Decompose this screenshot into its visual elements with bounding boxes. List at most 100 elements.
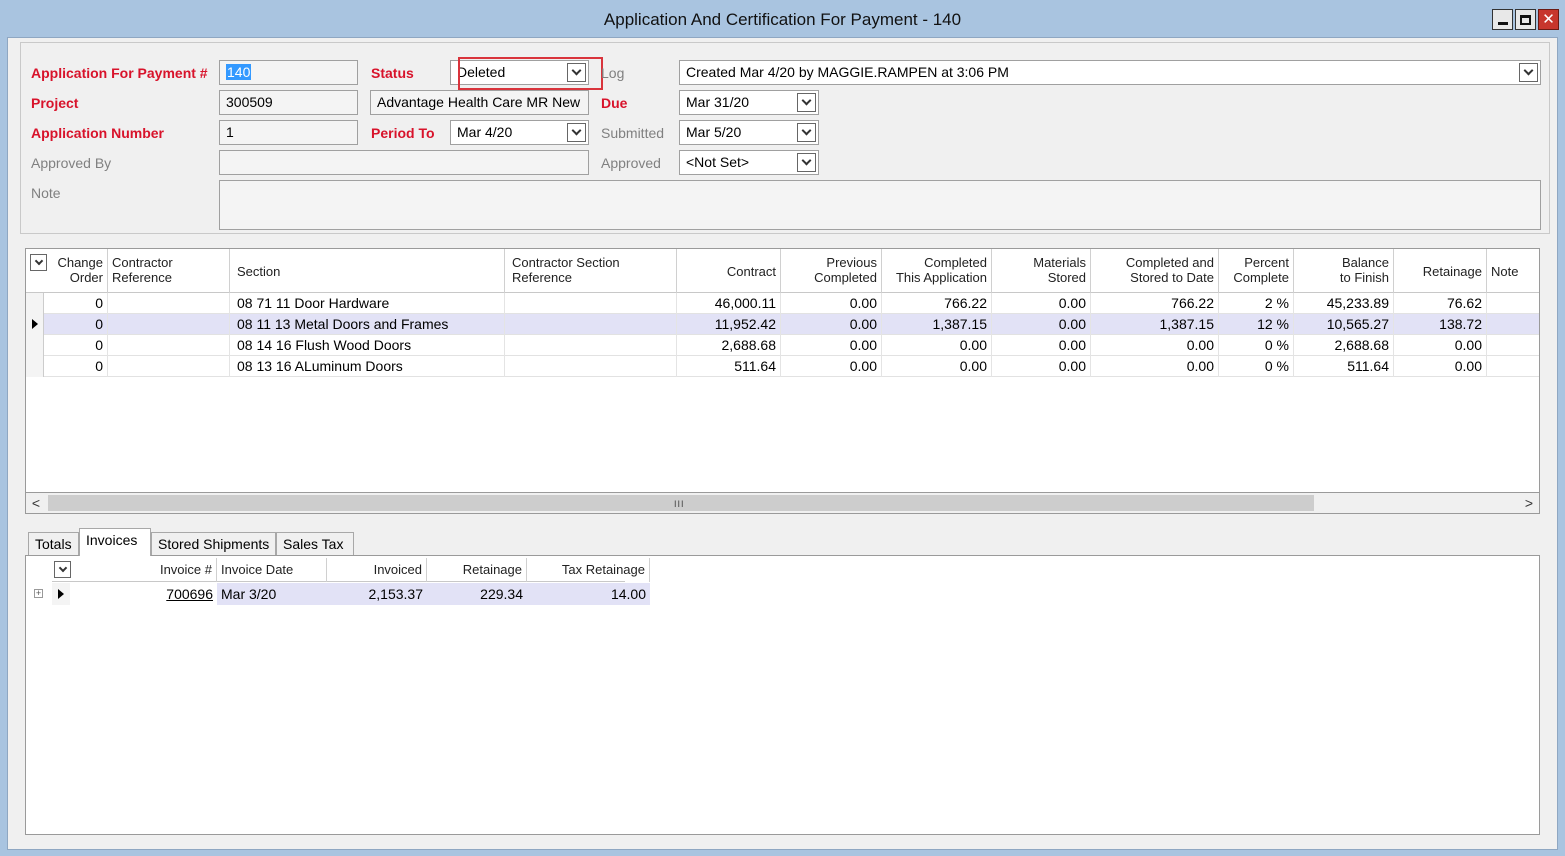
- maximize-button[interactable]: [1515, 9, 1536, 30]
- col-note-label: Note: [1491, 264, 1519, 279]
- col-btf-line2: to Finish: [1339, 270, 1389, 285]
- app-number-label: Application Number: [31, 125, 165, 141]
- scrollbar-grip: III: [674, 499, 685, 509]
- col-section[interactable]: Section: [230, 249, 505, 293]
- approved-label: Approved: [601, 155, 661, 171]
- submitted-button[interactable]: [797, 123, 816, 142]
- scroll-right-button[interactable]: >: [1519, 493, 1539, 513]
- col-completed-stored-to-date[interactable]: Completed and Stored to Date: [1091, 249, 1219, 293]
- approved-dropdown[interactable]: <Not Set>: [679, 150, 819, 175]
- cell-note: [1487, 293, 1539, 314]
- minimize-button[interactable]: [1492, 9, 1513, 30]
- note-field[interactable]: [219, 180, 1541, 230]
- cell-retainage: 76.62: [1394, 293, 1487, 314]
- row-selector[interactable]: [26, 314, 44, 335]
- tab-totals[interactable]: Totals: [28, 532, 79, 555]
- project-value: 300509: [226, 94, 273, 110]
- window-client-area: Application For Payment # 140 Status Del…: [7, 37, 1558, 850]
- current-row-arrow-icon: [32, 319, 38, 329]
- table-row[interactable]: 0 08 11 13 Metal Doors and Frames 11,952…: [26, 314, 1539, 335]
- period-to-button[interactable]: [567, 123, 586, 142]
- cell-section: 08 13 16 ALuminum Doors: [230, 356, 505, 377]
- col-csd-line2: Stored to Date: [1130, 270, 1214, 285]
- col-completed-this-application[interactable]: Completed This Application: [882, 249, 992, 293]
- cell-balance-to-finish: 2,688.68: [1294, 335, 1394, 356]
- cell-contractor-reference: [108, 314, 230, 335]
- cell-section: 08 14 16 Flush Wood Doors: [230, 335, 505, 356]
- minimize-icon: [1497, 21, 1508, 25]
- chevron-down-icon: [571, 125, 582, 136]
- log-dropdown-button[interactable]: [1519, 63, 1538, 82]
- row-selector[interactable]: [26, 356, 44, 377]
- col-contractor-section-reference[interactable]: Contractor Section Reference: [505, 249, 677, 293]
- col-cta-line1: Completed: [924, 255, 987, 270]
- col-tax-retainage[interactable]: Tax Retainage: [527, 558, 650, 582]
- approved-by-field[interactable]: [219, 150, 589, 175]
- column-chooser-button[interactable]: [30, 254, 47, 271]
- row-selector[interactable]: [26, 335, 44, 356]
- cell-previous-completed: 0.00: [781, 314, 882, 335]
- due-date-button[interactable]: [797, 93, 816, 112]
- scrollbar-thumb[interactable]: III: [48, 495, 1314, 511]
- row-selector[interactable]: [26, 293, 44, 314]
- period-to-dropdown[interactable]: Mar 4/20: [450, 120, 589, 145]
- horizontal-scrollbar[interactable]: < III >: [25, 492, 1540, 514]
- due-label: Due: [601, 95, 628, 111]
- table-row[interactable]: 0 08 14 16 Flush Wood Doors 2,688.68 0.0…: [26, 335, 1539, 356]
- scroll-left-button[interactable]: <: [26, 493, 46, 513]
- col-change-order[interactable]: Change Order: [50, 249, 108, 293]
- expand-row-icon[interactable]: +: [34, 589, 43, 598]
- col-contract[interactable]: Contract: [677, 249, 781, 293]
- chevron-down-icon: [1523, 65, 1534, 76]
- col-materials-stored[interactable]: Materials Stored: [992, 249, 1091, 293]
- chevron-down-icon: [801, 155, 812, 166]
- cell-change-order: 0: [50, 356, 108, 377]
- col-invoice-number[interactable]: Invoice #: [74, 558, 217, 582]
- col-invoice-date[interactable]: Invoice Date: [217, 558, 327, 582]
- col-invoice-retainage[interactable]: Retainage: [427, 558, 527, 582]
- project-label: Project: [31, 95, 79, 111]
- col-contractor-reference[interactable]: Contractor Reference: [108, 249, 230, 293]
- tab-stored-shipments[interactable]: Stored Shipments: [151, 532, 276, 555]
- submitted-dropdown[interactable]: Mar 5/20: [679, 120, 819, 145]
- cell-materials-stored: 0.00: [992, 335, 1091, 356]
- col-pc-line2: Complete: [1233, 270, 1289, 285]
- table-row[interactable]: 0 08 13 16 ALuminum Doors 511.64 0.00 0.…: [26, 356, 1539, 377]
- project-field[interactable]: 300509: [219, 90, 358, 115]
- col-balance-to-finish[interactable]: Balance to Finish: [1294, 249, 1394, 293]
- col-note[interactable]: Note: [1487, 249, 1539, 293]
- cell-percent-complete: 0 %: [1219, 356, 1294, 377]
- cell-completed-this-application: 0.00: [882, 356, 992, 377]
- tab-invoices[interactable]: Invoices: [79, 528, 151, 556]
- status-label: Status: [371, 65, 414, 81]
- period-to-value: Mar 4/20: [457, 124, 513, 140]
- cell-note: [1487, 314, 1539, 335]
- invoice-number-link[interactable]: 700696: [74, 583, 217, 605]
- title-bar: Application And Certification For Paymen…: [0, 0, 1565, 38]
- chevron-down-icon: [801, 125, 812, 136]
- close-button[interactable]: ✕: [1538, 9, 1559, 30]
- col-csr-line1: Contractor Section: [512, 255, 620, 270]
- col-invoiced[interactable]: Invoiced: [327, 558, 427, 582]
- header-form-panel: Application For Payment # 140 Status Del…: [20, 42, 1550, 234]
- sections-grid-header: Change Order Contractor Reference Section …: [26, 249, 1539, 293]
- table-row[interactable]: 0 08 71 11 Door Hardware 46,000.11 0.00 …: [26, 293, 1539, 314]
- cell-percent-complete: 2 %: [1219, 293, 1294, 314]
- invoice-row[interactable]: 700696 Mar 3/20 2,153.37 229.34 14.00: [52, 583, 650, 605]
- app-payment-field[interactable]: 140: [219, 60, 358, 85]
- status-highlight: [458, 57, 603, 90]
- col-previous-completed[interactable]: Previous Completed: [781, 249, 882, 293]
- due-date-dropdown[interactable]: Mar 31/20: [679, 90, 819, 115]
- cell-contractor-reference: [108, 356, 230, 377]
- app-number-field[interactable]: 1: [219, 120, 358, 145]
- cell-contractor-reference: [108, 335, 230, 356]
- cell-note: [1487, 356, 1539, 377]
- cell-section: 08 11 13 Metal Doors and Frames: [230, 314, 505, 335]
- approved-button[interactable]: [797, 153, 816, 172]
- tab-sales-tax[interactable]: Sales Tax: [276, 532, 354, 555]
- cell-balance-to-finish: 10,565.27: [1294, 314, 1394, 335]
- col-retainage[interactable]: Retainage: [1394, 249, 1487, 293]
- app-number-value: 1: [226, 124, 234, 140]
- col-percent-complete[interactable]: Percent Complete: [1219, 249, 1294, 293]
- log-dropdown[interactable]: Created Mar 4/20 by MAGGIE.RAMPEN at 3:0…: [679, 60, 1541, 85]
